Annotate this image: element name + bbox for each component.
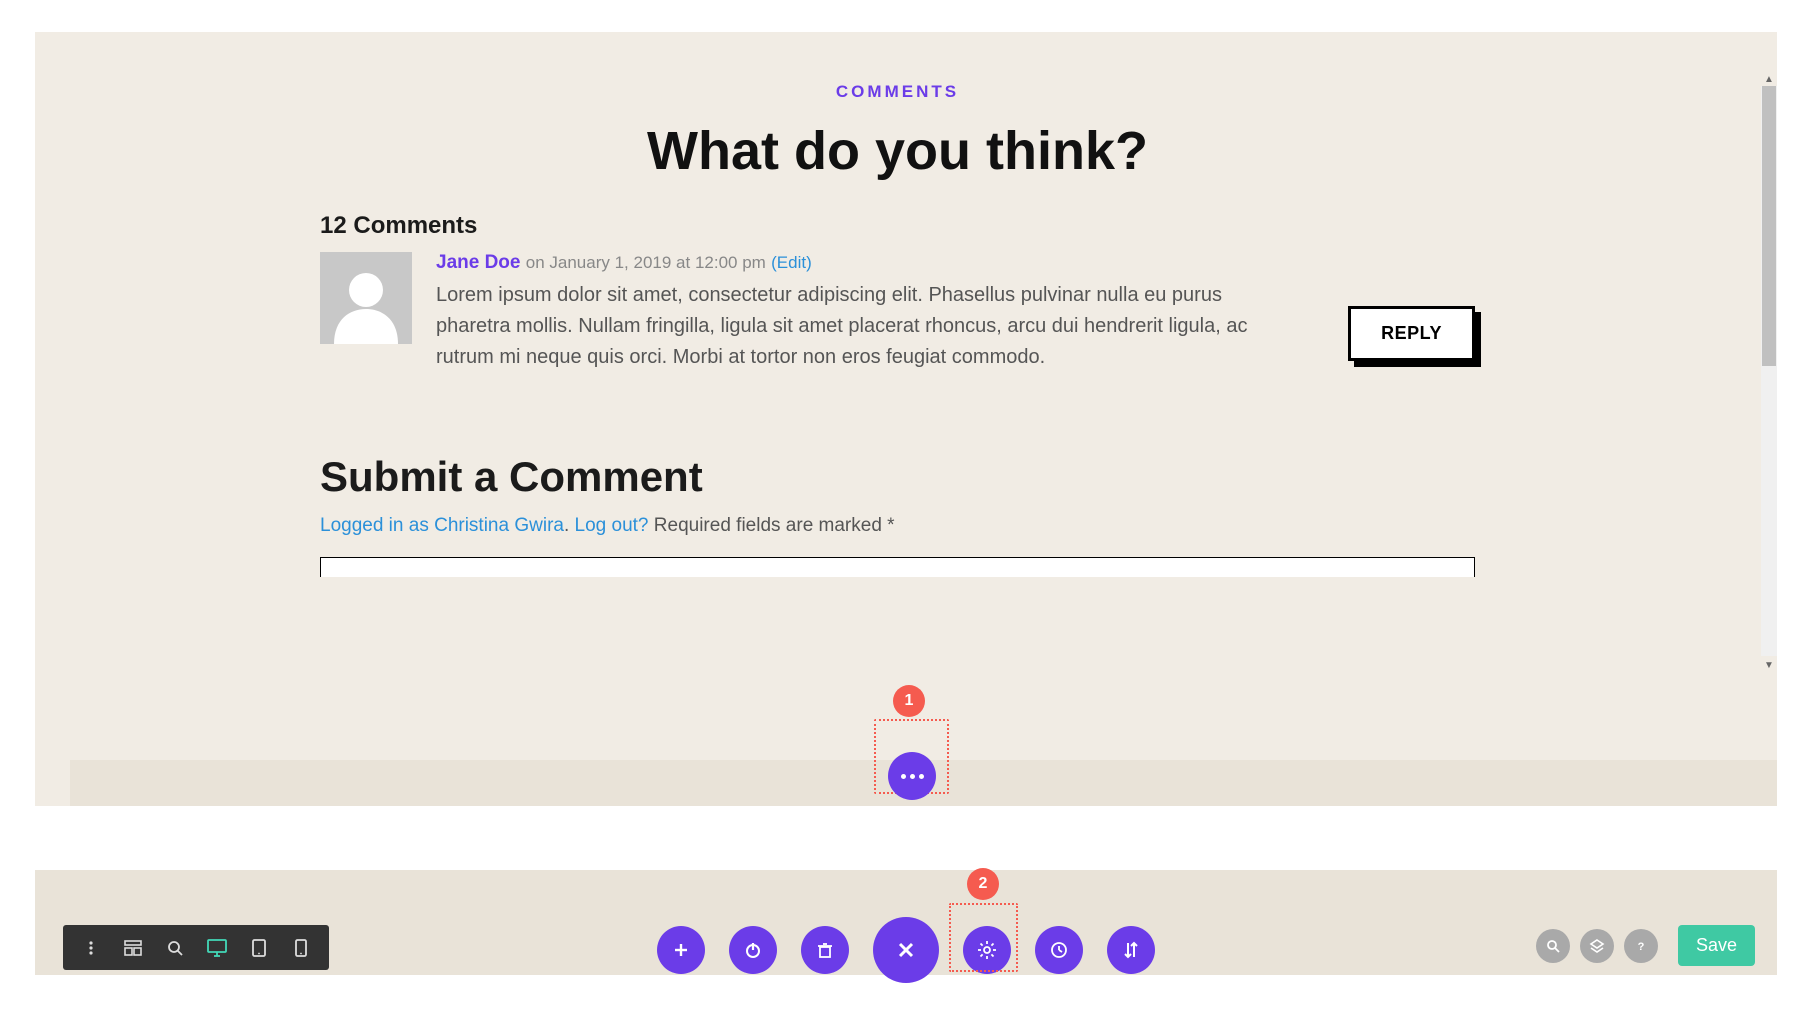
save-button[interactable]: Save <box>1678 925 1755 966</box>
mobile-icon <box>295 939 307 957</box>
close-button[interactable] <box>873 917 939 983</box>
close-icon <box>894 938 918 962</box>
wireframe-view-button[interactable] <box>113 928 153 968</box>
plus-icon <box>672 941 690 959</box>
avatar-placeholder-icon <box>330 264 402 344</box>
comment-item: Jane Doe on January 1, 2019 at 12:00 pm … <box>320 252 1475 373</box>
add-button[interactable] <box>657 926 705 974</box>
logout-link[interactable]: Log out? <box>575 515 649 536</box>
scroll-down-arrow-icon[interactable]: ▼ <box>1761 658 1777 672</box>
comment-body: Jane Doe on January 1, 2019 at 12:00 pm … <box>436 252 1475 373</box>
zoom-button[interactable] <box>155 928 195 968</box>
period: . <box>564 515 569 536</box>
avatar <box>320 252 412 344</box>
layers-icon <box>1589 938 1605 954</box>
delete-button[interactable] <box>801 926 849 974</box>
tablet-icon <box>251 939 267 957</box>
right-actions: ? Save <box>1536 925 1755 966</box>
step-badge-2: 2 <box>967 868 999 900</box>
bottom-toolbar: ? Save <box>35 870 1777 975</box>
power-icon <box>743 940 763 960</box>
comment-textarea[interactable] <box>320 557 1475 577</box>
help-button[interactable]: ? <box>1624 929 1658 963</box>
clock-icon <box>1049 940 1069 960</box>
more-icon <box>901 774 924 779</box>
power-button[interactable] <box>729 926 777 974</box>
scroll-up-arrow-icon[interactable]: ▲ <box>1761 72 1777 86</box>
comment-text: Lorem ipsum dolor sit amet, consectetur … <box>436 280 1281 373</box>
comment-author[interactable]: Jane Doe <box>436 252 520 273</box>
content-area: COMMENTS What do you think? 12 Comments … <box>320 82 1475 577</box>
comment-meta: Jane Doe on January 1, 2019 at 12:00 pm … <box>436 252 1475 274</box>
step-badge-1: 1 <box>893 685 925 717</box>
eyebrow-label: COMMENTS <box>320 82 1475 102</box>
find-button[interactable] <box>1536 929 1570 963</box>
logged-in-link[interactable]: Logged in as Christina Gwira <box>320 515 564 536</box>
menu-button[interactable] <box>71 928 111 968</box>
search-icon <box>1546 939 1560 953</box>
layers-button[interactable] <box>1580 929 1614 963</box>
login-status-line: Logged in as Christina Gwira. Log out? R… <box>320 515 1475 537</box>
comment-date: on January 1, 2019 at 12:00 pm <box>526 253 766 272</box>
svg-text:?: ? <box>1638 941 1645 953</box>
history-button[interactable] <box>1035 926 1083 974</box>
vertical-scrollbar[interactable] <box>1761 86 1777 656</box>
vertical-scrollbar-thumb[interactable] <box>1762 86 1776 366</box>
sort-button[interactable] <box>1107 926 1155 974</box>
required-note: Required fields are marked * <box>649 515 895 536</box>
reply-button[interactable]: REPLY <box>1348 306 1475 361</box>
tablet-view-button[interactable] <box>239 928 279 968</box>
view-toolbar <box>63 925 329 970</box>
comment-count: 12 Comments <box>320 212 1475 240</box>
module-options-button[interactable] <box>888 752 936 800</box>
submit-heading: Submit a Comment <box>320 453 1475 501</box>
desktop-icon <box>207 939 227 957</box>
desktop-view-button[interactable] <box>197 928 237 968</box>
page-title: What do you think? <box>320 120 1475 182</box>
question-icon: ? <box>1634 939 1648 953</box>
search-icon <box>167 940 183 956</box>
sort-icon <box>1122 940 1140 960</box>
wireframe-icon <box>124 940 142 956</box>
highlight-box-2 <box>949 903 1018 972</box>
trash-icon <box>816 941 834 959</box>
mobile-view-button[interactable] <box>281 928 321 968</box>
edit-link[interactable]: (Edit) <box>771 253 812 272</box>
dots-vertical-icon <box>83 940 99 956</box>
center-actions <box>657 917 1155 983</box>
